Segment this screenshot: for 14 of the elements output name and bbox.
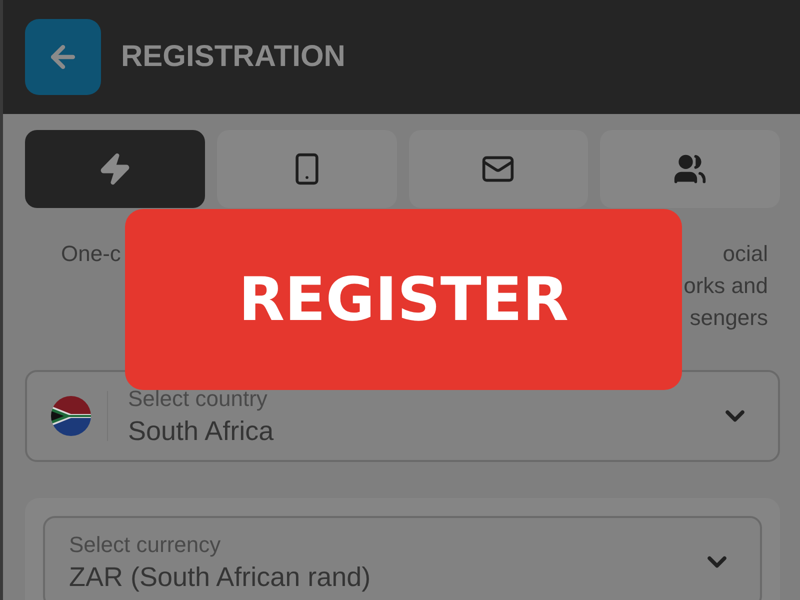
currency-select[interactable]: Select currency ZAR (South African rand) — [43, 516, 762, 600]
method-tab[interactable] — [25, 130, 205, 208]
method-tab[interactable] — [600, 130, 780, 208]
method-label: ocial orks and sengers — [682, 240, 769, 332]
method-tab[interactable] — [408, 130, 588, 208]
method-label: One-c — [60, 240, 122, 268]
country-value: South Africa — [128, 416, 275, 446]
people-icon — [673, 152, 708, 186]
currency-label: Select currency — [69, 532, 222, 558]
back-button[interactable] — [25, 19, 101, 95]
flag-icon — [51, 396, 91, 436]
page-title: REGISTRATION — [121, 40, 346, 74]
currency-value: ZAR (South African rand) — [69, 562, 372, 592]
register-button[interactable]: REGISTER — [125, 209, 682, 390]
